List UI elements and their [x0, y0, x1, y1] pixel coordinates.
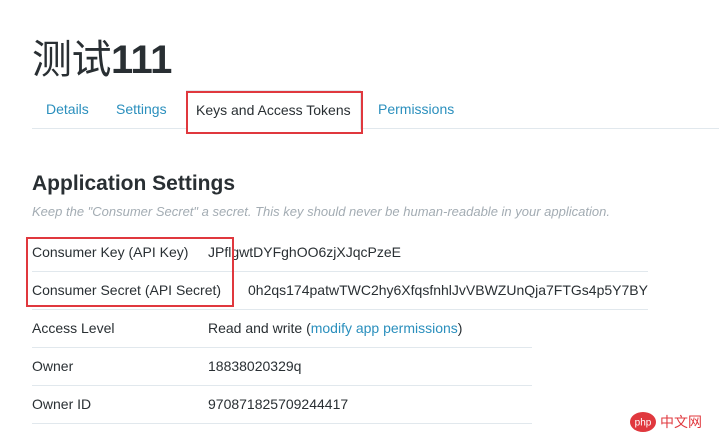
tab-permissions[interactable]: Permissions — [378, 90, 454, 128]
access-level-label: Access Level — [32, 320, 115, 336]
owner-label: Owner — [32, 358, 74, 374]
owner-id-value: 970871825709244417 — [208, 396, 349, 412]
php-watermark-logo: php 中文网 — [630, 412, 702, 432]
consumer-key-label: Consumer Key (API Key) — [32, 244, 189, 260]
consumer-secret-row: Consumer Secret (API Secret) 0h2qs174pat… — [32, 271, 648, 310]
tab-settings[interactable]: Settings — [116, 90, 167, 128]
php-logo-lettering: php — [635, 418, 652, 429]
app-title-number: 111 — [111, 38, 172, 82]
tab-keys-and-access-tokens[interactable]: Keys and Access Tokens — [186, 90, 361, 130]
app-page: 测试111 Details Settings Keys and Access T… — [0, 0, 719, 442]
section-title: Application Settings — [32, 172, 236, 195]
owner-id-label: Owner ID — [32, 396, 92, 412]
section-note: Keep the "Consumer Secret" a secret. Thi… — [32, 204, 610, 219]
owner-id-row: Owner ID 970871825709244417 — [32, 385, 532, 424]
access-level-value: Read and write — [208, 320, 303, 336]
app-title: 测试111 — [32, 36, 172, 84]
owner-value: 18838020329q — [208, 358, 302, 374]
access-level-row: Access Level Read and write (modify app … — [32, 309, 532, 348]
app-title-cn: 测试 — [32, 37, 112, 83]
consumer-key-row: Consumer Key (API Key) JPflgwtDYFghOO6zj… — [32, 233, 648, 272]
owner-row: Owner 18838020329q — [32, 347, 532, 386]
consumer-secret-value: 0h2qs174patwTWC2hy6XfqsfnhlJvVBWZUnQja7F… — [248, 282, 648, 298]
access-level-link-close: ) — [457, 320, 463, 336]
consumer-key-value: JPflgwtDYFghOO6zjXJqcPzeE — [208, 244, 401, 260]
consumer-secret-label: Consumer Secret (API Secret) — [32, 282, 222, 298]
app-tabs: Details Settings Keys and Access Tokens … — [32, 90, 719, 130]
tab-details[interactable]: Details — [46, 90, 89, 128]
access-level-value-group: Read and write (modify app permissions) — [208, 309, 462, 347]
modify-app-permissions-link[interactable]: modify app permissions — [311, 320, 458, 336]
php-logo-cn-lettering: 中文网 — [660, 415, 702, 431]
